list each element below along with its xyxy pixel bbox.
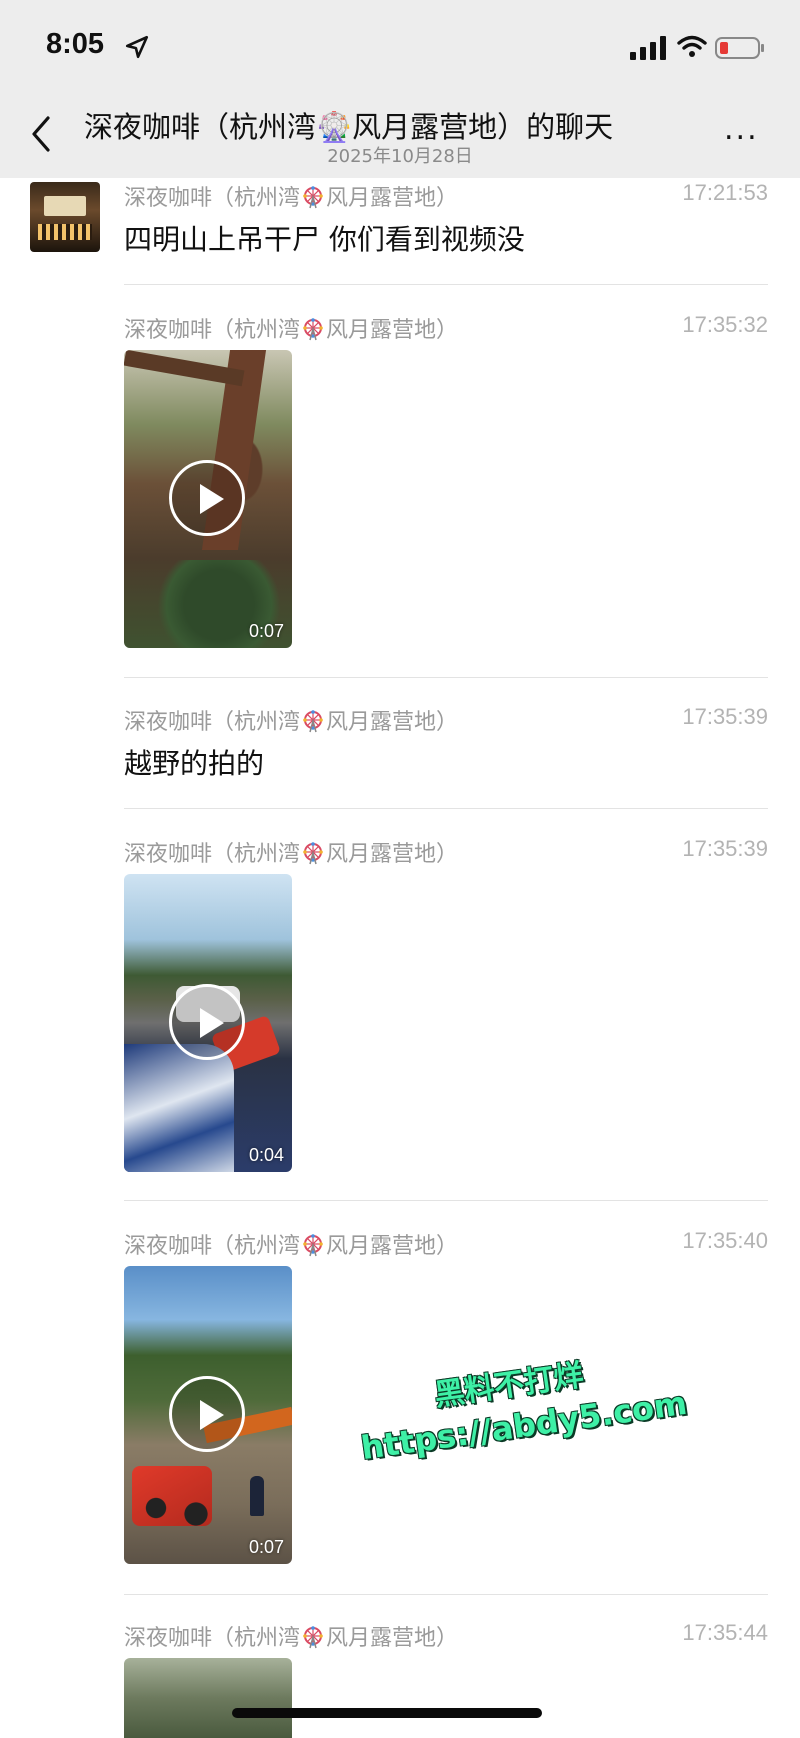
divider	[124, 1594, 768, 1595]
play-icon[interactable]	[169, 1376, 245, 1452]
play-icon[interactable]	[169, 984, 245, 1060]
message-sender: 深夜咖啡（杭州湾 风月露营地）	[124, 1625, 459, 1651]
ferris-wheel-icon	[301, 185, 325, 209]
location-arrow-icon	[125, 35, 149, 59]
video-scene	[132, 1466, 212, 1526]
message-time: 17:35:39	[682, 836, 768, 861]
divider	[124, 808, 768, 809]
back-chevron-icon[interactable]	[26, 112, 56, 156]
ferris-wheel-icon	[301, 841, 325, 865]
chat-date: 2025年10月28日	[327, 146, 473, 167]
message-time: 17:35:44	[682, 1620, 768, 1645]
divider	[124, 284, 768, 285]
message-sender: 深夜咖啡（杭州湾 风月露营地）	[124, 185, 459, 211]
divider	[124, 677, 768, 678]
title-fade	[640, 100, 700, 150]
message-sender: 深夜咖啡（杭州湾 风月露营地）	[124, 1233, 459, 1259]
video-duration: 0:07	[248, 621, 284, 641]
video-duration: 0:07	[248, 1537, 284, 1557]
message-text[interactable]: 四明山上吊干尸 你们看到视频没	[124, 218, 525, 258]
ferris-wheel-icon	[301, 317, 325, 341]
message-sender: 深夜咖啡（杭州湾 风月露营地）	[124, 317, 459, 343]
ferris-wheel-icon	[301, 1233, 325, 1257]
video-scene	[124, 1044, 234, 1172]
video-duration: 0:04	[248, 1145, 284, 1165]
ferris-wheel-icon	[301, 1625, 325, 1649]
avatar-lights	[38, 224, 92, 240]
message-time: 17:21:53	[682, 180, 768, 205]
video-thumbnail[interactable]	[124, 1658, 292, 1738]
message-time: 17:35:39	[682, 704, 768, 729]
play-icon[interactable]	[169, 460, 245, 536]
video-thumbnail[interactable]: 0:07	[124, 350, 292, 648]
message-item: 深夜咖啡（杭州湾 风月露营地） 17:35:32 0:07	[124, 312, 768, 652]
wifi-icon	[677, 35, 707, 57]
video-scene	[124, 350, 245, 387]
message-item: 深夜咖啡（杭州湾 风月露营地） 17:21:53 四明山上吊干尸 你们看到视频没	[124, 180, 768, 260]
ferris-wheel-icon	[301, 709, 325, 733]
avatar[interactable]	[30, 182, 100, 252]
video-thumbnail[interactable]: 0:07	[124, 1266, 292, 1564]
message-sender: 深夜咖啡（杭州湾 风月露营地）	[124, 709, 459, 735]
divider	[124, 1200, 768, 1201]
status-time: 8:05	[46, 28, 105, 60]
message-item: 深夜咖啡（杭州湾 风月露营地） 17:35:39 越野的拍的	[124, 704, 768, 784]
avatar-sign	[44, 196, 86, 216]
video-scene	[250, 1476, 264, 1516]
home-indicator[interactable]	[232, 1708, 542, 1718]
video-thumbnail[interactable]: 0:04	[124, 874, 292, 1172]
chat-header: 8:05 深夜咖啡（杭州湾🎡风月露营地）的聊天 2025年10月28日 ...	[0, 0, 800, 178]
cellular-signal-icon	[630, 36, 666, 60]
more-options-button[interactable]: ...	[724, 115, 764, 148]
message-time: 17:35:40	[682, 1228, 768, 1253]
message-sender: 深夜咖啡（杭州湾 风月露营地）	[124, 841, 459, 867]
message-time: 17:35:32	[682, 312, 768, 337]
message-item: 深夜咖啡（杭州湾 风月露营地） 17:35:39 0:04	[124, 836, 768, 1176]
message-text[interactable]: 越野的拍的	[124, 742, 264, 782]
battery-low-icon	[715, 37, 764, 59]
